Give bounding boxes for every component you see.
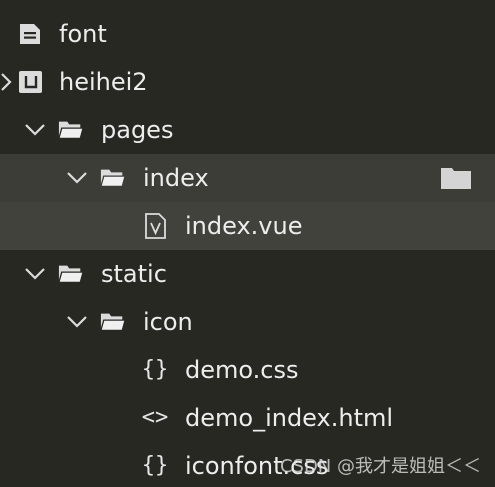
tree-item-label: index (143, 164, 209, 192)
watermark: CSDN @我才是姐姐＜＜ (279, 456, 481, 477)
open-folder-icon[interactable] (441, 166, 471, 190)
tree-item-demo-index-html[interactable]: <> demo_index.html (0, 394, 495, 442)
tree-item-static[interactable]: static (0, 250, 495, 298)
tree-item-font[interactable]: font (0, 10, 495, 58)
document-icon (18, 22, 44, 46)
folder-open-icon (58, 118, 84, 142)
file-explorer-tree: font heihei2 pages index index.vue stati… (0, 0, 495, 487)
tree-item-label: demo_index.html (185, 404, 394, 432)
tree-item-label: static (101, 260, 167, 288)
tree-item-label: icon (143, 308, 193, 336)
tree-item-label: demo.css (185, 356, 299, 384)
tree-item-label: font (59, 20, 107, 48)
html-tag-icon: <> (141, 405, 169, 430)
vue-file-icon (143, 213, 169, 239)
chevron-down-icon[interactable] (23, 118, 47, 142)
tree-item-icon-folder[interactable]: icon (0, 298, 495, 346)
chevron-down-icon[interactable] (65, 166, 89, 190)
chevron-right-icon[interactable] (0, 70, 20, 94)
tree-item-index-vue[interactable]: index.vue (0, 202, 495, 250)
tree-item-demo-css[interactable]: {} demo.css (0, 346, 495, 394)
tree-item-label: pages (101, 116, 174, 144)
folder-open-icon (58, 262, 84, 286)
project-icon (18, 70, 44, 94)
css-braces-icon: {} (141, 453, 169, 478)
tree-item-heihei2[interactable]: heihei2 (0, 58, 495, 106)
tree-item-pages[interactable]: pages (0, 106, 495, 154)
chevron-down-icon[interactable] (65, 310, 89, 334)
tree-item-label: index.vue (185, 212, 303, 240)
tree-item-index-folder[interactable]: index (0, 154, 495, 202)
css-braces-icon: {} (141, 357, 169, 382)
folder-open-icon (100, 310, 126, 334)
folder-open-icon (100, 166, 126, 190)
chevron-down-icon[interactable] (23, 262, 47, 286)
tree-item-label: heihei2 (59, 68, 148, 96)
